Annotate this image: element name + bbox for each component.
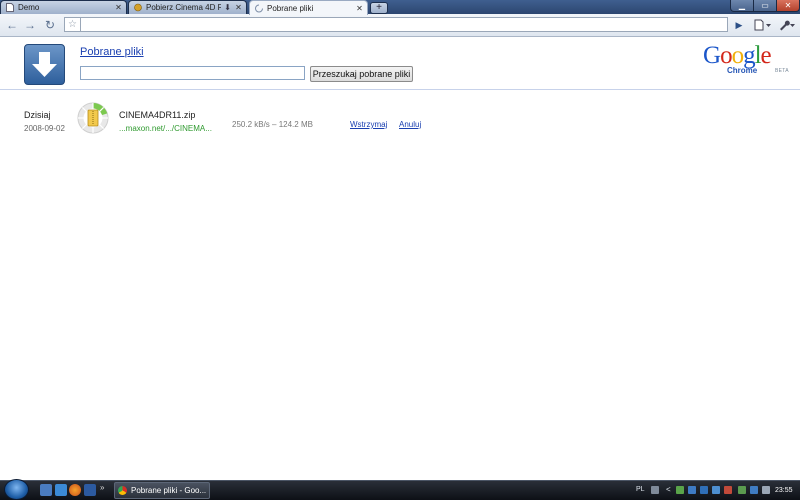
chrome-icon bbox=[118, 486, 127, 495]
taskbar-button-label: Pobrane pliki - Goo... bbox=[131, 486, 207, 495]
clock[interactable]: 23:55 bbox=[775, 487, 793, 494]
quick-launch-icon[interactable] bbox=[84, 484, 96, 496]
go-arrow-icon: ▶ bbox=[735, 19, 743, 30]
search-input[interactable] bbox=[80, 66, 305, 80]
reload-icon: ↻ bbox=[44, 18, 56, 32]
close-icon[interactable]: ✕ bbox=[114, 3, 123, 12]
tab-title: Pobrane pliki bbox=[267, 3, 314, 13]
maximize-button[interactable]: ▭ bbox=[753, 0, 777, 12]
tray-app-icon[interactable] bbox=[700, 486, 708, 494]
forward-arrow-icon: → bbox=[24, 18, 36, 32]
go-button[interactable]: ▶ bbox=[733, 18, 745, 32]
downloads-header-icon bbox=[24, 44, 65, 85]
cancel-link[interactable]: Anuluj bbox=[399, 120, 421, 129]
tab-title: Pobierz Cinema 4D R1... bbox=[146, 3, 221, 12]
beta-badge: BETA bbox=[775, 68, 789, 74]
tab-cinema-download[interactable]: Pobierz Cinema 4D R1... ⬇ ✕ bbox=[128, 0, 247, 14]
tab-demo[interactable]: Demo ✕ bbox=[0, 0, 127, 14]
address-bar[interactable] bbox=[80, 17, 728, 32]
download-arrow-icon: ⬇ bbox=[224, 3, 231, 12]
tray-app-icon[interactable] bbox=[724, 486, 732, 494]
network-icon[interactable] bbox=[738, 486, 746, 494]
reload-button[interactable]: ↻ bbox=[42, 17, 58, 33]
maxon-favicon bbox=[134, 3, 142, 12]
download-progress-icon bbox=[77, 102, 109, 134]
download-day: Dzisiaj bbox=[24, 110, 51, 120]
keyboard-icon[interactable] bbox=[651, 486, 659, 494]
back-arrow-icon: ← bbox=[6, 18, 18, 32]
firefox-icon[interactable] bbox=[69, 484, 81, 496]
switch-windows-icon[interactable] bbox=[55, 484, 67, 496]
star-icon: ☆ bbox=[68, 19, 77, 30]
toolbar: ← → ↻ ☆ ▶ bbox=[0, 14, 800, 37]
new-tab-button[interactable]: + bbox=[370, 2, 388, 14]
show-desktop-icon[interactable] bbox=[40, 484, 52, 496]
back-button[interactable]: ← bbox=[4, 17, 20, 33]
tray-app-icon[interactable] bbox=[688, 486, 696, 494]
volume-icon[interactable] bbox=[762, 486, 770, 494]
tray-app-icon[interactable] bbox=[750, 486, 758, 494]
loading-spinner-icon bbox=[255, 4, 263, 12]
pause-link[interactable]: Wstrzymaj bbox=[350, 120, 387, 129]
language-indicator[interactable]: PL bbox=[636, 486, 645, 493]
search-downloads-button[interactable]: Przeszukaj pobrane pliki bbox=[310, 66, 413, 82]
page-menu-button[interactable] bbox=[752, 17, 774, 33]
close-icon[interactable]: ✕ bbox=[234, 3, 243, 12]
tab-title: Demo bbox=[18, 3, 40, 12]
download-arrow-icon bbox=[32, 52, 57, 77]
download-date: 2008-09-02 bbox=[24, 124, 65, 133]
page-title[interactable]: Pobrane pliki bbox=[80, 46, 144, 58]
tray-app-icon[interactable] bbox=[676, 486, 684, 494]
bookmark-star-button[interactable]: ☆ bbox=[64, 17, 80, 32]
page-menu-icon bbox=[754, 19, 771, 31]
download-source-url[interactable]: ...maxon.net/.../CINEMA... bbox=[119, 124, 212, 133]
quick-launch-more-icon[interactable]: » bbox=[100, 483, 104, 492]
download-file-name[interactable]: CINEMA4DR11.zip bbox=[119, 110, 195, 120]
page-icon bbox=[6, 3, 14, 12]
close-window-button[interactable]: ✕ bbox=[776, 0, 800, 12]
close-icon[interactable]: ✕ bbox=[355, 4, 364, 13]
taskbar-chrome-button[interactable]: Pobrane pliki - Goo... bbox=[114, 482, 210, 499]
minimize-button[interactable]: ▁ bbox=[730, 0, 754, 12]
start-button[interactable] bbox=[4, 479, 29, 500]
download-progress-text: 250.2 kB/s – 124.2 MB bbox=[232, 120, 313, 129]
tools-menu-button[interactable] bbox=[776, 17, 798, 33]
tray-app-icon[interactable] bbox=[712, 486, 720, 494]
header-divider bbox=[0, 89, 800, 90]
forward-button[interactable]: → bbox=[22, 17, 38, 33]
tab-downloads[interactable]: Pobrane pliki ✕ bbox=[249, 0, 368, 15]
tray-expand-icon[interactable]: < bbox=[666, 485, 671, 494]
chrome-label: Chrome bbox=[727, 66, 758, 75]
progress-ring bbox=[77, 102, 109, 134]
wrench-icon bbox=[780, 20, 795, 31]
